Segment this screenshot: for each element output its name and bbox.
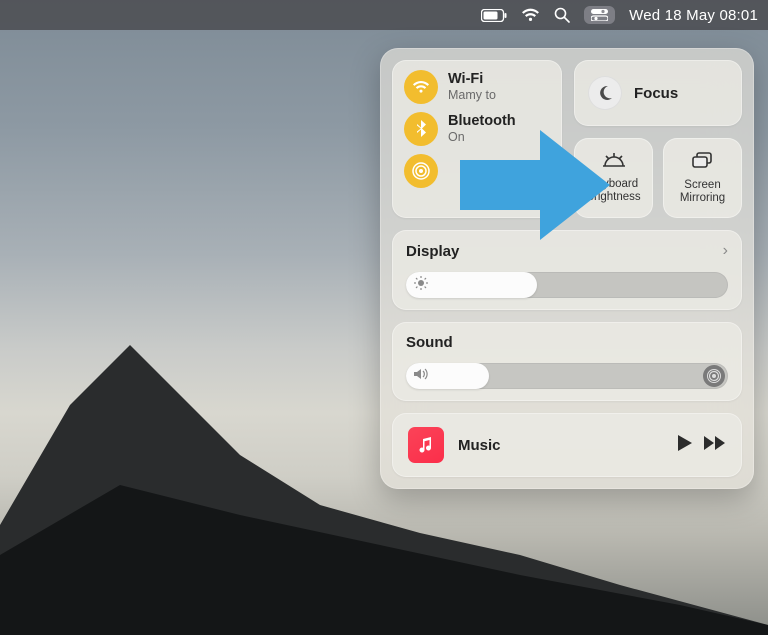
music-module[interactable]: Music	[392, 413, 742, 477]
music-app-icon	[408, 427, 444, 463]
wifi-title: Wi-Fi	[448, 71, 496, 88]
chevron-right-icon[interactable]: ›	[723, 242, 728, 260]
control-center-panel: Wi-Fi Mamy to Bluetooth On	[380, 48, 754, 489]
control-center-menubar-icon[interactable]	[584, 6, 615, 24]
airdrop-circle-icon	[404, 154, 438, 188]
menubar: Wed 18 May 08:01	[0, 0, 768, 30]
display-module: Display ›	[392, 230, 742, 310]
spotlight-search-icon[interactable]	[554, 7, 570, 23]
moon-icon	[588, 76, 622, 110]
display-label: Display	[406, 243, 459, 260]
bluetooth-subtitle: On	[448, 130, 516, 144]
airdrop-toggle[interactable]	[404, 154, 550, 188]
bluetooth-title: Bluetooth	[448, 113, 516, 130]
sun-icon	[414, 276, 428, 295]
screen-mirroring-label: Screen Mirroring	[669, 179, 736, 204]
speaker-icon	[414, 367, 430, 385]
focus-label: Focus	[634, 85, 678, 102]
battery-icon[interactable]	[481, 9, 507, 22]
menubar-datetime[interactable]: Wed 18 May 08:01	[629, 7, 758, 24]
wifi-circle-icon	[404, 70, 438, 104]
screen-mirroring-button[interactable]: Screen Mirroring	[663, 138, 742, 218]
connectivity-module: Wi-Fi Mamy to Bluetooth On	[392, 60, 562, 218]
wifi-toggle[interactable]: Wi-Fi Mamy to	[404, 70, 550, 104]
focus-module[interactable]: Focus	[574, 60, 742, 126]
sound-module: Sound	[392, 322, 742, 401]
keyboard-brightness-icon	[601, 153, 627, 174]
keyboard-brightness-label: Keyboard Brightness	[580, 178, 647, 203]
fast-forward-icon[interactable]	[704, 436, 726, 455]
music-label: Music	[458, 437, 664, 454]
screen-mirroring-icon	[692, 152, 714, 175]
display-brightness-slider[interactable]	[406, 272, 728, 298]
sound-volume-slider[interactable]	[406, 363, 728, 389]
airplay-audio-button[interactable]	[703, 365, 725, 387]
sound-label: Sound	[406, 334, 453, 351]
play-icon[interactable]	[678, 435, 692, 456]
keyboard-brightness-button[interactable]: Keyboard Brightness	[574, 138, 653, 218]
wifi-subtitle: Mamy to	[448, 88, 496, 102]
wifi-icon[interactable]	[521, 8, 540, 22]
bluetooth-circle-icon	[404, 112, 438, 146]
bluetooth-toggle[interactable]: Bluetooth On	[404, 112, 550, 146]
